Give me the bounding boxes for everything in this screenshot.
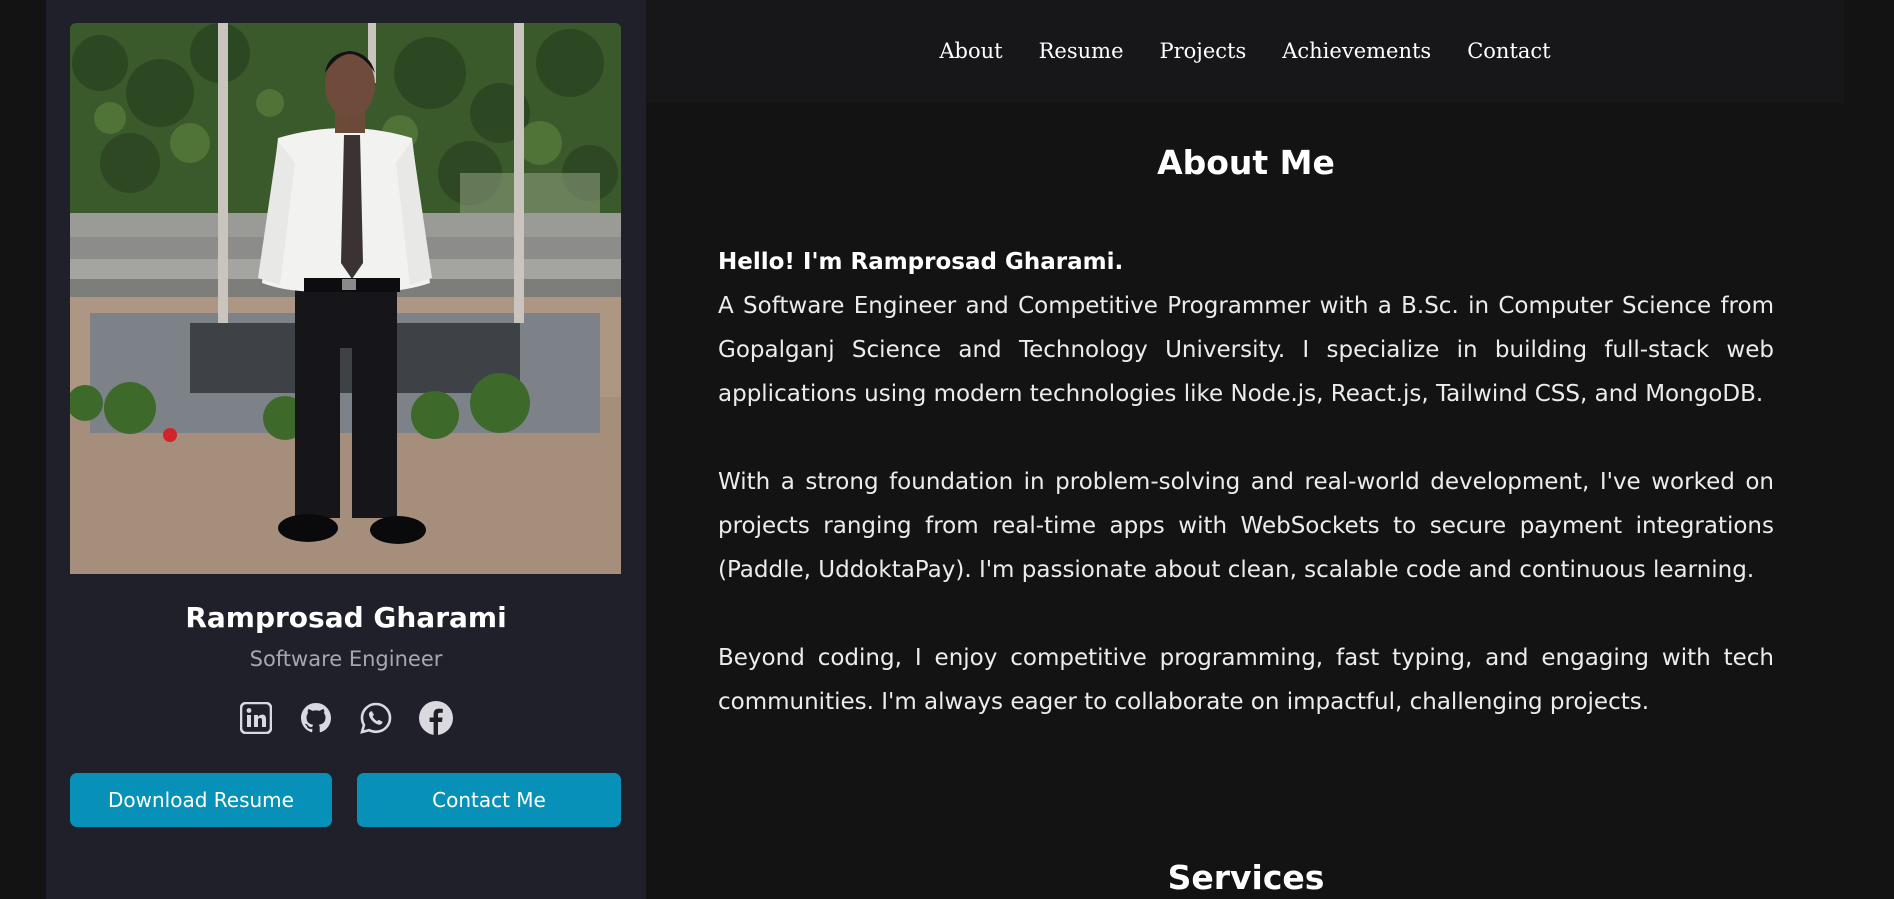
profile-photo xyxy=(70,23,621,574)
whatsapp-icon[interactable] xyxy=(358,699,394,737)
download-resume-button[interactable]: Download Resume xyxy=(70,773,332,827)
nav-projects[interactable]: Projects xyxy=(1160,39,1247,63)
nav-achievements[interactable]: Achievements xyxy=(1282,39,1431,63)
profile-sidebar: Ramprosad Gharami Software Engineer Down… xyxy=(46,0,646,899)
profile-role: Software Engineer xyxy=(249,647,443,671)
github-icon[interactable] xyxy=(298,699,334,737)
contact-me-button[interactable]: Contact Me xyxy=(357,773,621,827)
top-nav: About Resume Projects Achievements Conta… xyxy=(646,0,1844,103)
about-title: About Me xyxy=(1157,143,1335,182)
nav-about[interactable]: About xyxy=(939,39,1002,63)
linkedin-icon[interactable] xyxy=(238,699,274,737)
nav-resume[interactable]: Resume xyxy=(1039,39,1124,63)
profile-name: Ramprosad Gharami xyxy=(185,601,507,634)
about-greeting: Hello! I'm Ramprosad Gharami. xyxy=(718,249,1124,275)
facebook-icon[interactable] xyxy=(418,699,454,737)
services-title: Services xyxy=(1167,858,1325,897)
about-paragraph-2: With a strong foundation in problem-solv… xyxy=(718,469,1774,583)
portfolio-page: Ramprosad Gharami Software Engineer Down… xyxy=(0,0,1894,899)
about-text: Hello! I'm Ramprosad Gharami. A Software… xyxy=(718,240,1774,724)
about-paragraph-1: A Software Engineer and Competitive Prog… xyxy=(718,293,1774,407)
social-links xyxy=(46,699,646,737)
nav-contact[interactable]: Contact xyxy=(1467,39,1550,63)
about-paragraph-3: Beyond coding, I enjoy competitive progr… xyxy=(718,645,1774,715)
